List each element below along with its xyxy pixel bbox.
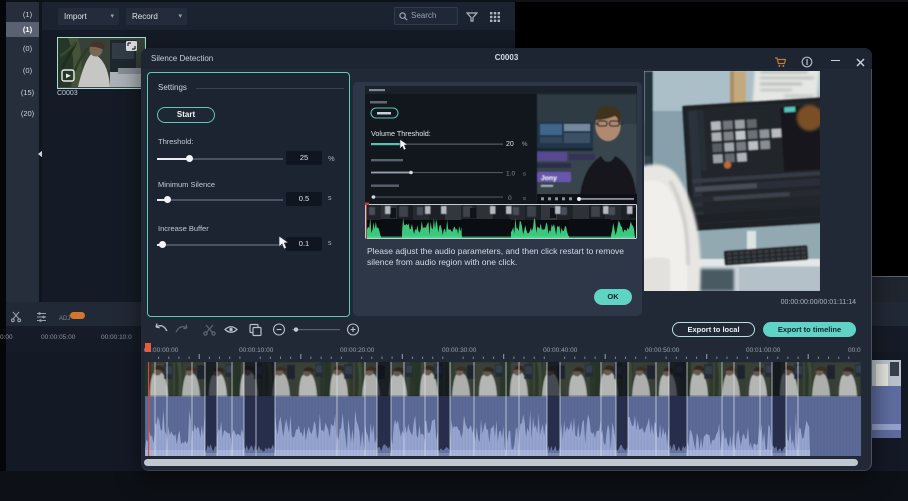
svg-text:s: s xyxy=(523,196,526,202)
svg-text:1.0: 1.0 xyxy=(506,171,515,178)
svg-text:Jony: Jony xyxy=(541,175,557,182)
svg-text:20: 20 xyxy=(506,141,514,148)
svg-text:ADJ: ADJ xyxy=(59,316,70,322)
svg-text:s: s xyxy=(523,172,526,178)
svg-text:0: 0 xyxy=(508,195,512,202)
svg-text:Volume Threshold:: Volume Threshold: xyxy=(371,129,431,138)
svg-text:%: % xyxy=(522,141,528,148)
